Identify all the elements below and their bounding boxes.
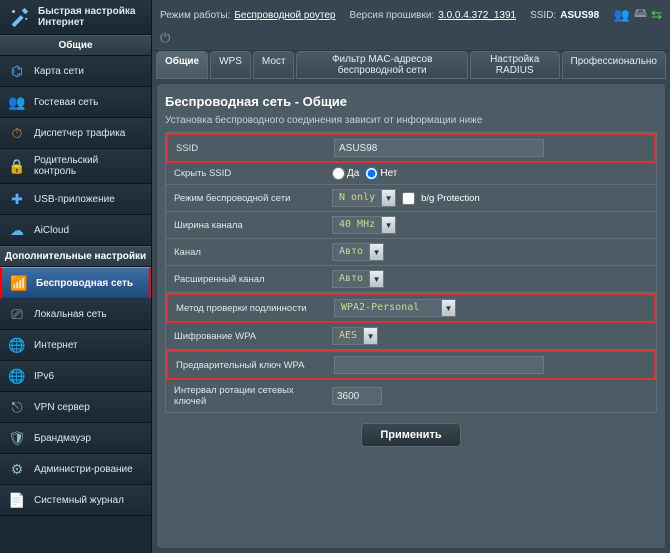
sidebar-item-network-map[interactable]: ⌬Карта сети (0, 56, 151, 87)
sidebar-item-wan[interactable]: 🌐Интернет (0, 330, 151, 361)
hide-ssid-no[interactable]: Нет (365, 167, 397, 180)
shield-icon: 🛡 (8, 429, 26, 447)
quick-setup-button[interactable]: Быстрая настройка Интернет (0, 0, 151, 35)
guest-icon: 👥 (8, 93, 26, 111)
channel-label: Канал (166, 242, 326, 263)
sidebar-item-administration[interactable]: ⚙Администри-рование (0, 454, 151, 485)
sidebar-item-parental-control[interactable]: 🔒Родительский контроль (0, 149, 151, 184)
quick-setup-label: Быстрая настройка Интернет (38, 6, 143, 28)
page-desc: Установка беспроводного соединения завис… (165, 115, 657, 126)
chevron-down-icon: ▼ (382, 189, 396, 207)
apply-button[interactable]: Применить (361, 423, 460, 447)
globe-icon: 🌐 (8, 336, 26, 354)
fw-link[interactable]: 3.0.0.4.372_1391 (438, 10, 516, 21)
bg-protection-label: b/g Protection (421, 193, 480, 204)
vpn-icon: ⎋ (8, 398, 26, 416)
wpa-psk-label: Предварительный ключ WPA (168, 355, 328, 376)
ssid-label: SSID: (530, 10, 556, 21)
wpa-psk-input[interactable] (334, 356, 544, 374)
bg-protection-checkbox[interactable] (402, 192, 415, 205)
sidebar-item-wireless[interactable]: 📶Беспроводная сеть (0, 267, 151, 299)
power-icon[interactable]: ⏻ (160, 30, 170, 46)
clients-icon[interactable]: 👥 (614, 7, 630, 23)
sidebar-header-general: Общие (0, 35, 151, 56)
channel-width-label: Ширина канала (166, 215, 326, 236)
sidebar-item-guest-network[interactable]: 👥Гостевая сеть (0, 87, 151, 118)
mode-label: Режим работы: (160, 10, 230, 21)
sidebar-item-lan[interactable]: ⎚Локальная сеть (0, 299, 151, 330)
ssid-value: ASUS98 (560, 10, 599, 21)
rekey-interval-label: Интервал ротации сетевых ключей (166, 380, 326, 412)
chevron-down-icon: ▼ (382, 216, 396, 234)
chevron-down-icon: ▼ (364, 327, 378, 345)
meter-icon: ⏱ (8, 124, 26, 142)
sidebar-item-ipv6[interactable]: 🌐IPv6 (0, 361, 151, 392)
usb-status-icon[interactable]: 🖴 (634, 4, 647, 26)
log-icon: 📄 (8, 491, 26, 509)
tab-mac-filter[interactable]: Фильтр MAC-адресов беспроводной сети (296, 51, 467, 79)
wireless-mode-label: Режим беспроводной сети (166, 188, 326, 209)
wpa-encryption-label: Шифрование WPA (166, 326, 326, 347)
wireless-tabs: Общие WPS Мост Фильтр MAC-адресов беспро… (152, 51, 670, 79)
hide-ssid-yes[interactable]: Да (332, 167, 359, 180)
channel-width-select[interactable]: 40 MHz▼ (332, 216, 396, 234)
sidebar-item-traffic-manager[interactable]: ⏱Диспетчер трафика (0, 118, 151, 149)
wand-icon (8, 6, 30, 28)
tab-wps[interactable]: WPS (210, 51, 251, 79)
sidebar-item-usb-app[interactable]: ✚USB-приложение (0, 184, 151, 215)
ssid-input[interactable] (334, 139, 544, 157)
wireless-form: SSID Скрыть SSID Да Нет Режим беспроводн… (165, 132, 657, 413)
chevron-down-icon: ▼ (442, 299, 456, 317)
rekey-interval-input[interactable] (332, 387, 382, 405)
ext-channel-label: Расширенный канал (166, 269, 326, 290)
wifi-icon: 📶 (10, 274, 28, 292)
sidebar-item-aicloud[interactable]: ☁AiCloud (0, 215, 151, 246)
fw-label: Версия прошивки: (349, 10, 434, 21)
lan-icon: ⎚ (8, 305, 26, 323)
chevron-down-icon: ▼ (370, 243, 384, 261)
sidebar-item-vpn[interactable]: ⎋VPN сервер (0, 392, 151, 423)
wpa-encryption-select[interactable]: AES▼ (332, 327, 378, 345)
ipv6-icon: 🌐 (8, 367, 26, 385)
auth-method-select[interactable]: WPA2-Personal▼ (334, 299, 456, 317)
ext-channel-select[interactable]: Авто▼ (332, 270, 384, 288)
network-map-icon: ⌬ (8, 62, 26, 80)
mode-link[interactable]: Беспроводной роутер (234, 10, 335, 21)
chevron-down-icon: ▼ (370, 270, 384, 288)
channel-select[interactable]: Авто▼ (332, 243, 384, 261)
sidebar-item-firewall[interactable]: 🛡Брандмауэр (0, 423, 151, 454)
link-status-icon[interactable]: ⇆ (651, 7, 662, 23)
tab-bridge[interactable]: Мост (253, 51, 295, 79)
gear-icon: ⚙ (8, 460, 26, 478)
cloud-icon: ☁ (8, 221, 26, 239)
lock-icon: 🔒 (8, 157, 26, 175)
sidebar-header-advanced: Дополнительные настройки (0, 246, 151, 267)
hide-ssid-label: Скрыть SSID (166, 163, 326, 184)
wireless-mode-select[interactable]: N only▼ (332, 189, 396, 207)
ssid-field-label: SSID (168, 138, 328, 159)
tab-radius[interactable]: Настройка RADIUS (470, 51, 560, 79)
plugin-icon: ✚ (8, 190, 26, 208)
tab-general[interactable]: Общие (156, 51, 208, 79)
tab-professional[interactable]: Профессионально (562, 51, 666, 79)
page-title: Беспроводная сеть - Общие (165, 94, 657, 109)
auth-method-label: Метод проверки подлинности (168, 298, 328, 319)
topbar: Режим работы: Беспроводной роутер Версия… (152, 0, 670, 51)
sidebar-item-syslog[interactable]: 📄Системный журнал (0, 485, 151, 516)
